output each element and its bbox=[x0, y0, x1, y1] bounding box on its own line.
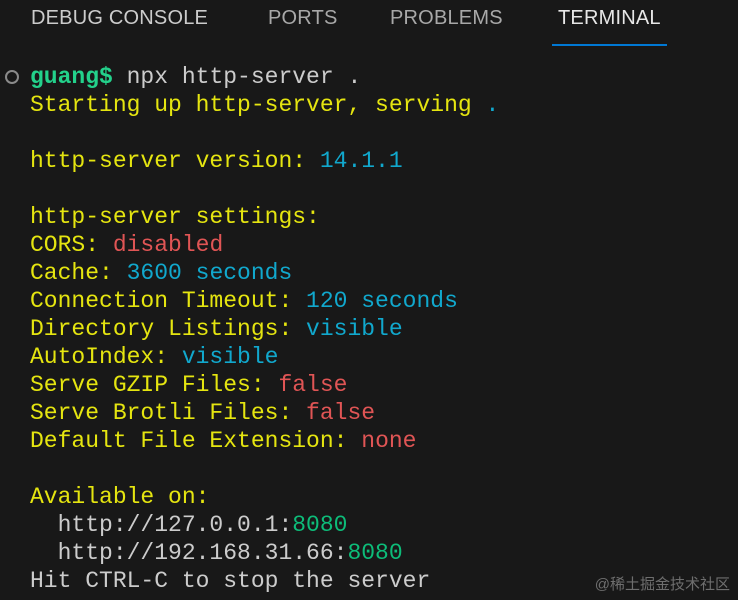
terminal-line: Default File Extension: none bbox=[30, 427, 499, 455]
terminal-text: http-server version: bbox=[30, 148, 320, 174]
terminal-text: 3600 seconds bbox=[126, 260, 293, 286]
terminal-text: Serve Brotli Files: bbox=[30, 400, 307, 426]
terminal-line: Cache: 3600 seconds bbox=[30, 259, 499, 287]
terminal-text: visible bbox=[181, 344, 279, 370]
terminal-line: Hit CTRL-C to stop the server bbox=[30, 567, 499, 595]
terminal-text: Available on: bbox=[30, 484, 210, 510]
terminal-text: Hit CTRL-C to stop the server bbox=[30, 568, 431, 594]
watermark: @稀土掘金技术社区 bbox=[594, 576, 730, 593]
terminal-text: http-server settings: bbox=[30, 204, 334, 230]
tab-debug-console[interactable]: DEBUG CONSOLE bbox=[31, 7, 208, 30]
terminal-line: CORS: disabled bbox=[30, 231, 499, 259]
terminal-text: visible bbox=[306, 316, 403, 342]
shell-prompt: guang$ bbox=[30, 64, 113, 90]
terminal-text: CORS: bbox=[30, 232, 113, 258]
terminal-text: 8080 bbox=[347, 540, 403, 566]
terminal-line: guang$ npx http-server . bbox=[30, 63, 499, 91]
terminal-text: npx http-server . bbox=[112, 64, 362, 90]
terminal-line: http://192.168.31.66:8080 bbox=[30, 539, 499, 567]
terminal-text: Serve GZIP Files: bbox=[30, 372, 279, 398]
terminal-text: . bbox=[485, 92, 500, 118]
tab-ports[interactable]: PORTS bbox=[268, 7, 338, 30]
terminal-line: Serve GZIP Files: false bbox=[30, 371, 499, 399]
terminal-text: Directory Listings: bbox=[30, 316, 307, 342]
terminal-line: http://127.0.0.1:8080 bbox=[30, 511, 499, 539]
terminal-line: Available on: bbox=[30, 483, 499, 511]
terminal-text: 8080 bbox=[292, 512, 348, 538]
terminal-line: Serve Brotli Files: false bbox=[30, 399, 499, 427]
terminal-text: 120 seconds bbox=[306, 288, 458, 314]
terminal-line: Connection Timeout: 120 seconds bbox=[30, 287, 499, 315]
tab-terminal[interactable]: TERMINAL bbox=[552, 7, 667, 46]
terminal-line: AutoIndex: visible bbox=[30, 343, 499, 371]
terminal-output[interactable]: guang$ npx http-server . Starting up http… bbox=[30, 63, 499, 595]
terminal-text: AutoIndex: bbox=[30, 344, 182, 370]
terminal-line: Directory Listings: visible bbox=[30, 315, 499, 343]
terminal-text: http://127.0.0.1: bbox=[30, 512, 293, 538]
tab-problems[interactable]: PROBLEMS bbox=[390, 7, 503, 30]
terminal-text: disabled bbox=[112, 232, 224, 258]
terminal-text: Connection Timeout: bbox=[30, 288, 307, 314]
terminal-line: http-server version: 14.1.1 bbox=[30, 147, 499, 175]
terminal-text: Default File Extension: bbox=[30, 428, 362, 454]
panel-tab-bar: DEBUG CONSOLE PORTS PROBLEMS TERMINAL bbox=[0, 0, 738, 46]
terminal-line: http-server settings: bbox=[30, 203, 499, 231]
terminal-text: none bbox=[361, 428, 417, 454]
terminal-text: Cache: bbox=[30, 260, 127, 286]
terminal-line: Starting up http-server, serving . bbox=[30, 91, 499, 119]
terminal-text: false bbox=[278, 372, 348, 398]
terminal-text: 14.1.1 bbox=[319, 148, 403, 174]
terminal-text: false bbox=[306, 400, 376, 426]
command-status-circle-icon[interactable] bbox=[5, 70, 19, 84]
terminal-text: http://192.168.31.66: bbox=[30, 540, 348, 566]
terminal-text: Starting up http-server, serving bbox=[30, 92, 486, 118]
